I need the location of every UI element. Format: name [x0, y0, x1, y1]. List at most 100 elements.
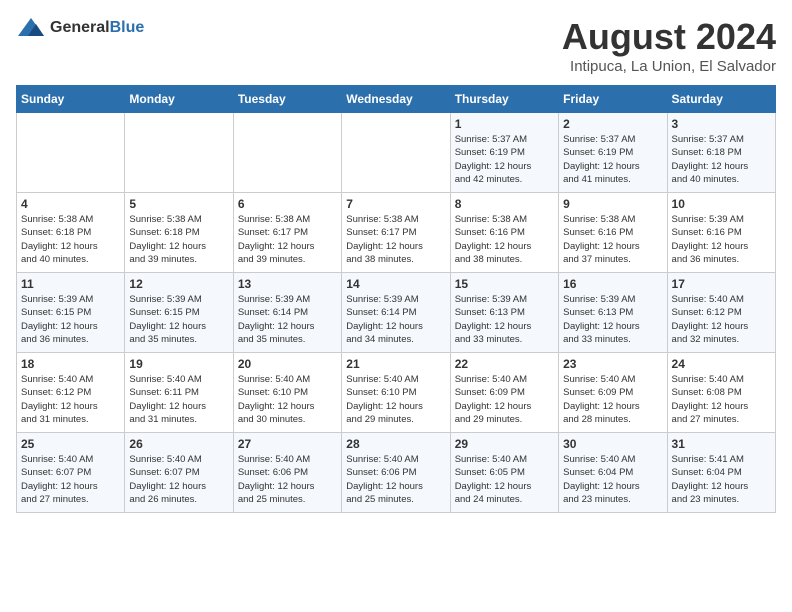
day-info: Sunrise: 5:40 AM Sunset: 6:09 PM Dayligh… — [455, 373, 554, 426]
day-info: Sunrise: 5:39 AM Sunset: 6:14 PM Dayligh… — [238, 293, 337, 346]
calendar-cell: 25 Sunrise: 5:40 AM Sunset: 6:07 PM Dayli… — [17, 433, 125, 513]
day-number: 4 — [21, 197, 120, 211]
day-number: 18 — [21, 357, 120, 371]
day-info: Sunrise: 5:39 AM Sunset: 6:15 PM Dayligh… — [129, 293, 228, 346]
day-number: 3 — [672, 117, 771, 131]
day-info: Sunrise: 5:40 AM Sunset: 6:05 PM Dayligh… — [455, 453, 554, 506]
day-number: 7 — [346, 197, 445, 211]
day-number: 8 — [455, 197, 554, 211]
calendar-cell — [17, 113, 125, 193]
day-info: Sunrise: 5:40 AM Sunset: 6:10 PM Dayligh… — [346, 373, 445, 426]
logo-general: General — [50, 19, 110, 36]
weekday-header-thursday: Thursday — [450, 86, 558, 113]
day-number: 24 — [672, 357, 771, 371]
calendar-subtitle: Intipuca, La Union, El Salvador — [562, 58, 776, 75]
day-number: 10 — [672, 197, 771, 211]
day-number: 22 — [455, 357, 554, 371]
calendar-cell: 24 Sunrise: 5:40 AM Sunset: 6:08 PM Dayli… — [667, 353, 775, 433]
day-info: Sunrise: 5:37 AM Sunset: 6:19 PM Dayligh… — [455, 133, 554, 186]
day-info: Sunrise: 5:37 AM Sunset: 6:19 PM Dayligh… — [563, 133, 662, 186]
calendar-cell: 21 Sunrise: 5:40 AM Sunset: 6:10 PM Dayli… — [342, 353, 450, 433]
day-number: 5 — [129, 197, 228, 211]
page-header: GeneralBlue August 2024 Intipuca, La Uni… — [16, 16, 776, 75]
day-number: 16 — [563, 277, 662, 291]
weekday-header-wednesday: Wednesday — [342, 86, 450, 113]
day-number: 29 — [455, 437, 554, 451]
calendar-cell: 23 Sunrise: 5:40 AM Sunset: 6:09 PM Dayli… — [559, 353, 667, 433]
day-info: Sunrise: 5:40 AM Sunset: 6:04 PM Dayligh… — [563, 453, 662, 506]
weekday-header-saturday: Saturday — [667, 86, 775, 113]
calendar-cell: 18 Sunrise: 5:40 AM Sunset: 6:12 PM Dayli… — [17, 353, 125, 433]
day-info: Sunrise: 5:38 AM Sunset: 6:17 PM Dayligh… — [346, 213, 445, 266]
weekday-header-friday: Friday — [559, 86, 667, 113]
calendar-cell: 4 Sunrise: 5:38 AM Sunset: 6:18 PM Daylig… — [17, 193, 125, 273]
calendar-cell: 17Sunrise: 5:40 AM Sunset: 6:12 PM Dayli… — [667, 273, 775, 353]
day-info: Sunrise: 5:38 AM Sunset: 6:17 PM Dayligh… — [238, 213, 337, 266]
day-number: 6 — [238, 197, 337, 211]
logo-icon — [16, 16, 46, 40]
day-info: Sunrise: 5:40 AM Sunset: 6:12 PM Dayligh… — [21, 373, 120, 426]
day-info: Sunrise: 5:39 AM Sunset: 6:16 PM Dayligh… — [672, 213, 771, 266]
day-info: Sunrise: 5:40 AM Sunset: 6:07 PM Dayligh… — [21, 453, 120, 506]
calendar-cell: 2Sunrise: 5:37 AM Sunset: 6:19 PM Daylig… — [559, 113, 667, 193]
calendar-cell — [125, 113, 233, 193]
day-info: Sunrise: 5:40 AM Sunset: 6:07 PM Dayligh… — [129, 453, 228, 506]
day-number: 19 — [129, 357, 228, 371]
calendar-cell: 6 Sunrise: 5:38 AM Sunset: 6:17 PM Daylig… — [233, 193, 341, 273]
week-row-5: 25 Sunrise: 5:40 AM Sunset: 6:07 PM Dayli… — [17, 433, 776, 513]
day-number: 28 — [346, 437, 445, 451]
calendar-cell: 5Sunrise: 5:38 AM Sunset: 6:18 PM Daylig… — [125, 193, 233, 273]
calendar-cell: 19Sunrise: 5:40 AM Sunset: 6:11 PM Dayli… — [125, 353, 233, 433]
calendar-cell: 28 Sunrise: 5:40 AM Sunset: 6:06 PM Dayli… — [342, 433, 450, 513]
day-number: 13 — [238, 277, 337, 291]
calendar-cell: 3 Sunrise: 5:37 AM Sunset: 6:18 PM Daylig… — [667, 113, 775, 193]
day-number: 1 — [455, 117, 554, 131]
calendar-cell: 9Sunrise: 5:38 AM Sunset: 6:16 PM Daylig… — [559, 193, 667, 273]
day-number: 14 — [346, 277, 445, 291]
calendar-cell: 22 Sunrise: 5:40 AM Sunset: 6:09 PM Dayli… — [450, 353, 558, 433]
calendar-table: SundayMondayTuesdayWednesdayThursdayFrid… — [16, 85, 776, 513]
calendar-cell: 8Sunrise: 5:38 AM Sunset: 6:16 PM Daylig… — [450, 193, 558, 273]
calendar-cell: 27 Sunrise: 5:40 AM Sunset: 6:06 PM Dayli… — [233, 433, 341, 513]
day-number: 27 — [238, 437, 337, 451]
day-info: Sunrise: 5:41 AM Sunset: 6:04 PM Dayligh… — [672, 453, 771, 506]
day-info: Sunrise: 5:39 AM Sunset: 6:14 PM Dayligh… — [346, 293, 445, 346]
day-info: Sunrise: 5:39 AM Sunset: 6:15 PM Dayligh… — [21, 293, 120, 346]
calendar-cell — [233, 113, 341, 193]
calendar-cell: 10 Sunrise: 5:39 AM Sunset: 6:16 PM Dayli… — [667, 193, 775, 273]
day-info: Sunrise: 5:40 AM Sunset: 6:06 PM Dayligh… — [346, 453, 445, 506]
calendar-cell: 14 Sunrise: 5:39 AM Sunset: 6:14 PM Dayli… — [342, 273, 450, 353]
week-row-3: 11Sunrise: 5:39 AM Sunset: 6:15 PM Dayli… — [17, 273, 776, 353]
calendar-cell: 29 Sunrise: 5:40 AM Sunset: 6:05 PM Dayli… — [450, 433, 558, 513]
day-info: Sunrise: 5:40 AM Sunset: 6:10 PM Dayligh… — [238, 373, 337, 426]
calendar-cell — [342, 113, 450, 193]
day-info: Sunrise: 5:37 AM Sunset: 6:18 PM Dayligh… — [672, 133, 771, 186]
week-row-1: 1 Sunrise: 5:37 AM Sunset: 6:19 PM Daylig… — [17, 113, 776, 193]
calendar-title: August 2024 — [562, 16, 776, 58]
calendar-cell: 26Sunrise: 5:40 AM Sunset: 6:07 PM Dayli… — [125, 433, 233, 513]
day-info: Sunrise: 5:39 AM Sunset: 6:13 PM Dayligh… — [455, 293, 554, 346]
day-number: 12 — [129, 277, 228, 291]
calendar-cell: 30 Sunrise: 5:40 AM Sunset: 6:04 PM Dayli… — [559, 433, 667, 513]
day-info: Sunrise: 5:38 AM Sunset: 6:16 PM Dayligh… — [563, 213, 662, 266]
calendar-cell: 11Sunrise: 5:39 AM Sunset: 6:15 PM Dayli… — [17, 273, 125, 353]
calendar-cell: 16Sunrise: 5:39 AM Sunset: 6:13 PM Dayli… — [559, 273, 667, 353]
day-info: Sunrise: 5:40 AM Sunset: 6:09 PM Dayligh… — [563, 373, 662, 426]
day-info: Sunrise: 5:40 AM Sunset: 6:12 PM Dayligh… — [672, 293, 771, 346]
calendar-cell: 31 Sunrise: 5:41 AM Sunset: 6:04 PM Dayli… — [667, 433, 775, 513]
day-number: 31 — [672, 437, 771, 451]
day-number: 30 — [563, 437, 662, 451]
day-number: 23 — [563, 357, 662, 371]
day-number: 15 — [455, 277, 554, 291]
day-info: Sunrise: 5:38 AM Sunset: 6:18 PM Dayligh… — [21, 213, 120, 266]
day-info: Sunrise: 5:40 AM Sunset: 6:08 PM Dayligh… — [672, 373, 771, 426]
day-info: Sunrise: 5:40 AM Sunset: 6:06 PM Dayligh… — [238, 453, 337, 506]
calendar-cell: 15 Sunrise: 5:39 AM Sunset: 6:13 PM Dayli… — [450, 273, 558, 353]
weekday-header-tuesday: Tuesday — [233, 86, 341, 113]
day-number: 21 — [346, 357, 445, 371]
week-row-4: 18 Sunrise: 5:40 AM Sunset: 6:12 PM Dayli… — [17, 353, 776, 433]
logo-blue: Blue — [110, 19, 145, 36]
day-number: 20 — [238, 357, 337, 371]
day-number: 25 — [21, 437, 120, 451]
calendar-cell: 13 Sunrise: 5:39 AM Sunset: 6:14 PM Dayli… — [233, 273, 341, 353]
